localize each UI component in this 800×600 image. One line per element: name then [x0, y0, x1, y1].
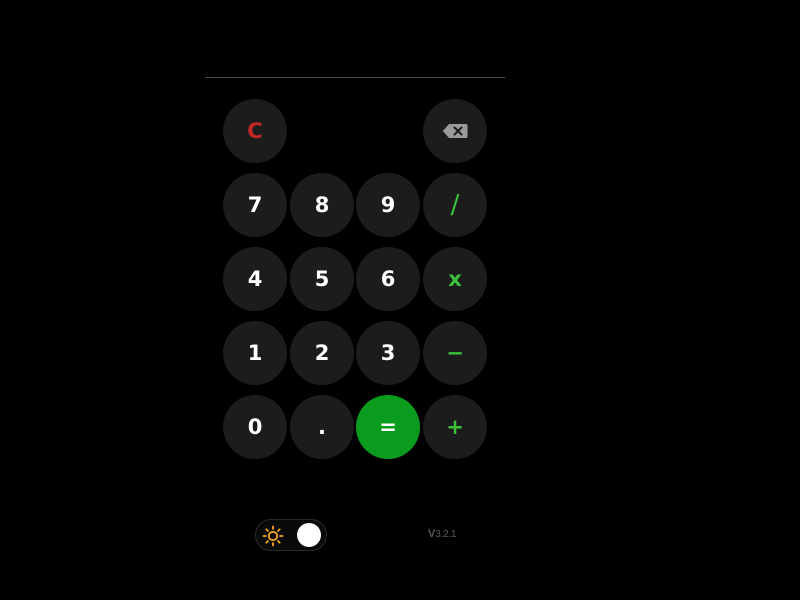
backspace-icon [442, 124, 468, 138]
toggle-knob[interactable] [297, 523, 321, 547]
version-number: 3.2.1 [435, 529, 457, 540]
plus-button[interactable]: + [423, 395, 487, 459]
digit-3-button[interactable]: 3 [356, 321, 420, 385]
calculator-display [205, 0, 505, 78]
version-label: V3.2.1 [428, 528, 457, 540]
digit-5-button[interactable]: 5 [290, 247, 354, 311]
digit-7-button[interactable]: 7 [223, 173, 287, 237]
digit-1-button[interactable]: 1 [223, 321, 287, 385]
sun-icon [262, 525, 284, 547]
backspace-button[interactable] [423, 99, 487, 163]
digit-8-button[interactable]: 8 [290, 173, 354, 237]
digit-2-button[interactable]: 2 [290, 321, 354, 385]
digit-4-button[interactable]: 4 [223, 247, 287, 311]
digit-0-button[interactable]: 0 [223, 395, 287, 459]
decimal-button[interactable]: . [290, 395, 354, 459]
digit-6-button[interactable]: 6 [356, 247, 420, 311]
clear-button[interactable]: C [223, 99, 287, 163]
multiply-button[interactable]: x [423, 247, 487, 311]
digit-9-button[interactable]: 9 [356, 173, 420, 237]
divide-button[interactable]: / [423, 173, 487, 237]
minus-button[interactable]: − [423, 321, 487, 385]
theme-toggle[interactable] [255, 519, 327, 551]
equals-button[interactable]: = [356, 395, 420, 459]
calculator-app: C 7 8 9 / 4 5 6 x 1 2 3 − 0 . = + V3.2.1 [0, 0, 800, 600]
